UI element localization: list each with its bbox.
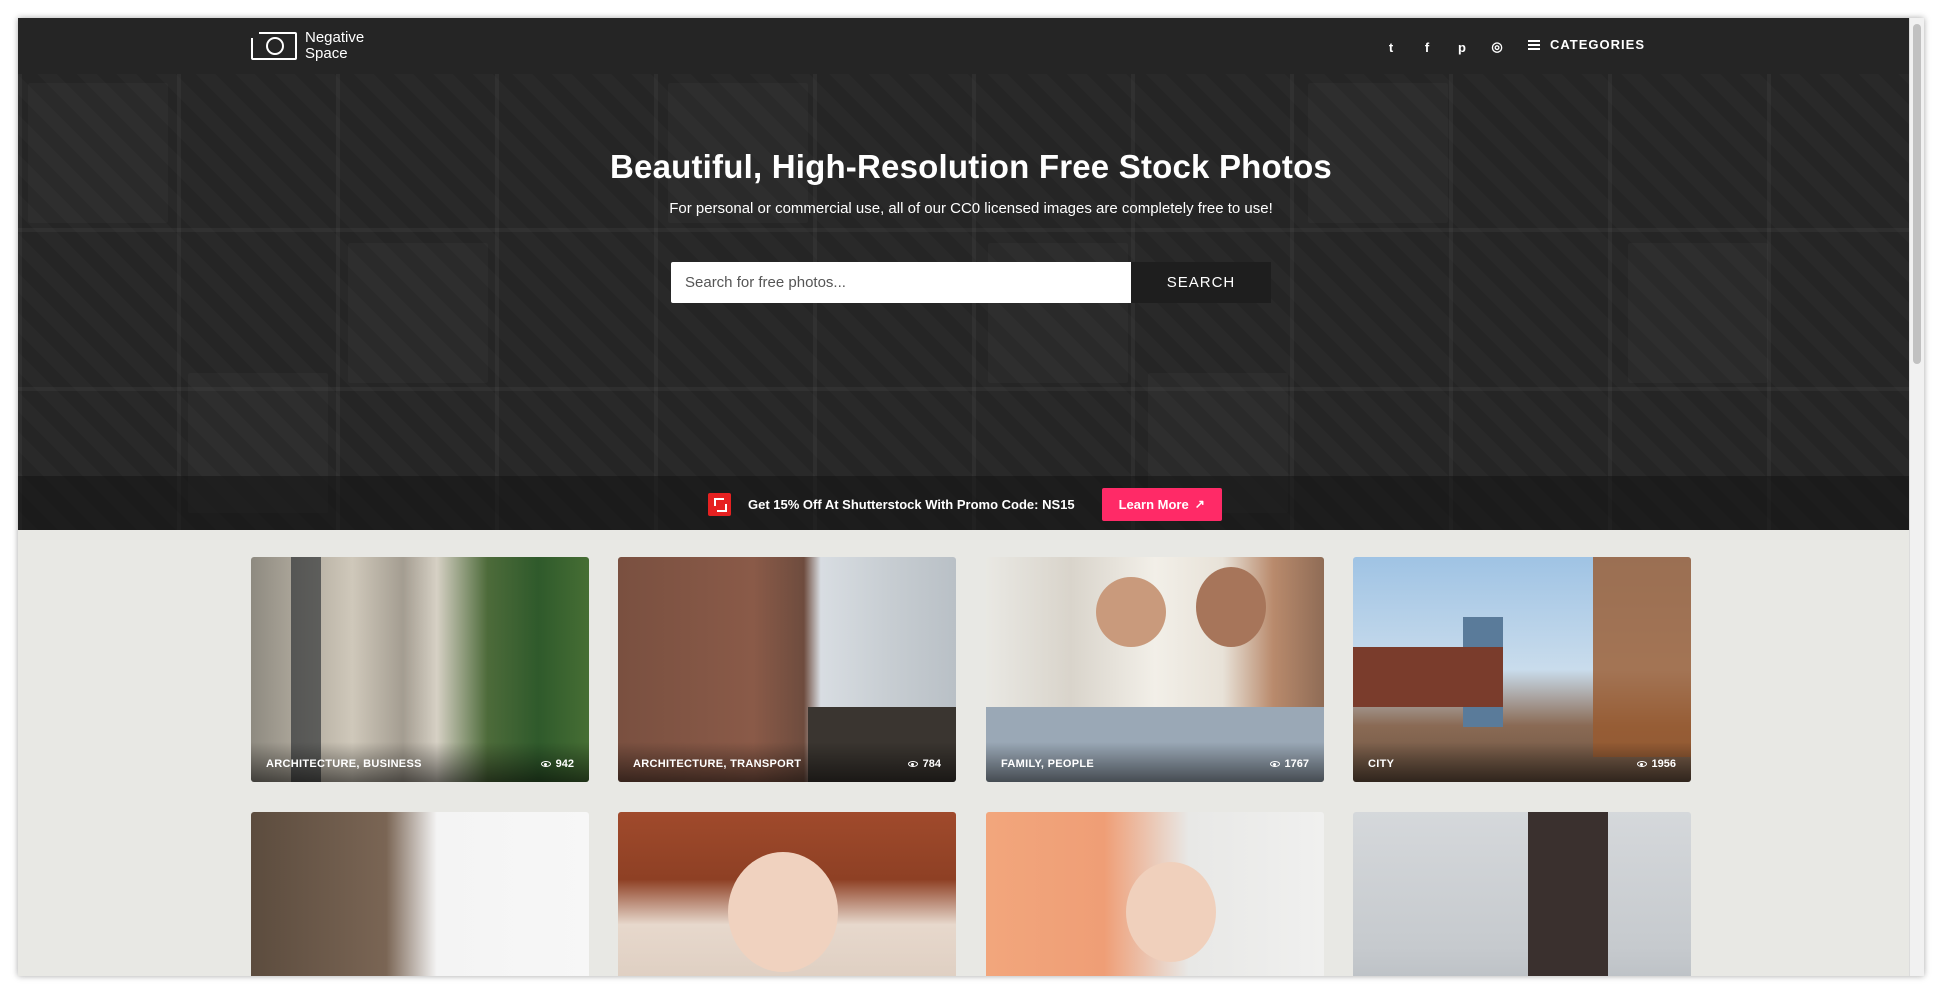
- photo-views: 942: [540, 758, 574, 770]
- photo-card[interactable]: [251, 812, 589, 976]
- learn-more-label: Learn More: [1118, 497, 1189, 512]
- eye-icon: [540, 761, 551, 767]
- person-face: [1096, 577, 1166, 647]
- camera-logo-icon: [251, 32, 297, 60]
- baby-face: [728, 852, 838, 972]
- hero-subtitle: For personal or commercial use, all of o…: [669, 200, 1273, 217]
- photo-card[interactable]: [986, 812, 1324, 976]
- photo-categories: ARCHITECTURE, TRANSPORT: [633, 758, 802, 770]
- photo-card[interactable]: ARCHITECTURE, BUSINESS 942: [251, 557, 589, 782]
- top-navbar: Negative Space t f p ◎ CATEGORIES: [18, 18, 1924, 74]
- browser-viewport: Negative Space t f p ◎ CATEGORIES Beauti…: [18, 18, 1924, 976]
- promo-text: Get 15% Off At Shutterstock With Promo C…: [748, 497, 1075, 512]
- scrollbar-thumb[interactable]: [1913, 24, 1921, 364]
- pinterest-icon[interactable]: p: [1451, 36, 1473, 58]
- site-logo[interactable]: Negative Space: [251, 30, 385, 62]
- twitter-icon[interactable]: t: [1380, 36, 1402, 58]
- search-button[interactable]: SEARCH: [1131, 262, 1271, 303]
- photo-caption: ARCHITECTURE, TRANSPORT 784: [618, 742, 956, 782]
- person-face: [1196, 567, 1266, 647]
- photo-card[interactable]: CITY 1956: [1353, 557, 1691, 782]
- photo-card[interactable]: FAMILY, PEOPLE 1767: [986, 557, 1324, 782]
- shutterstock-icon: [708, 493, 731, 516]
- photo-card[interactable]: [1353, 812, 1691, 976]
- brick-building: [1353, 647, 1503, 707]
- photo-views: 1767: [1269, 758, 1309, 770]
- instagram-icon[interactable]: ◎: [1486, 36, 1508, 58]
- photo-card[interactable]: ARCHITECTURE, TRANSPORT 784: [618, 557, 956, 782]
- photo-caption: CITY 1956: [1353, 742, 1691, 782]
- external-link-icon: ↗: [1194, 497, 1205, 511]
- categories-label: CATEGORIES: [1550, 37, 1645, 52]
- facebook-icon[interactable]: f: [1416, 36, 1438, 58]
- photo-categories: ARCHITECTURE, BUSINESS: [266, 758, 422, 770]
- hero-title: Beautiful, High-Resolution Free Stock Ph…: [609, 148, 1332, 185]
- search-form: SEARCH: [671, 262, 1271, 303]
- photo-views: 784: [907, 758, 941, 770]
- page: Negative Space t f p ◎ CATEGORIES Beauti…: [18, 18, 1924, 976]
- logo-text: Negative Space: [305, 29, 365, 62]
- photo-categories: FAMILY, PEOPLE: [1001, 758, 1095, 770]
- baby-face: [1126, 862, 1216, 962]
- eye-icon: [1636, 761, 1647, 767]
- hero-section: Negative Space t f p ◎ CATEGORIES Beauti…: [18, 18, 1924, 530]
- eye-icon: [1269, 761, 1280, 767]
- photo-categories: CITY: [1368, 758, 1395, 770]
- photo-card[interactable]: [618, 812, 956, 976]
- autumn-tree: [1593, 557, 1691, 757]
- skyscraper: [1528, 812, 1608, 976]
- eye-icon: [907, 761, 918, 767]
- photo-caption: FAMILY, PEOPLE 1767: [986, 742, 1324, 782]
- hamburger-menu-icon: [1528, 39, 1540, 50]
- photo-caption: ARCHITECTURE, BUSINESS 942: [251, 742, 589, 782]
- vertical-scrollbar[interactable]: [1909, 18, 1924, 976]
- learn-more-button[interactable]: Learn More ↗: [1101, 488, 1222, 521]
- photo-views: 1956: [1636, 758, 1676, 770]
- promo-bar: Get 15% Off At Shutterstock With Promo C…: [18, 476, 1924, 530]
- search-input[interactable]: [671, 262, 1131, 303]
- categories-menu-button[interactable]: CATEGORIES: [1528, 37, 1645, 52]
